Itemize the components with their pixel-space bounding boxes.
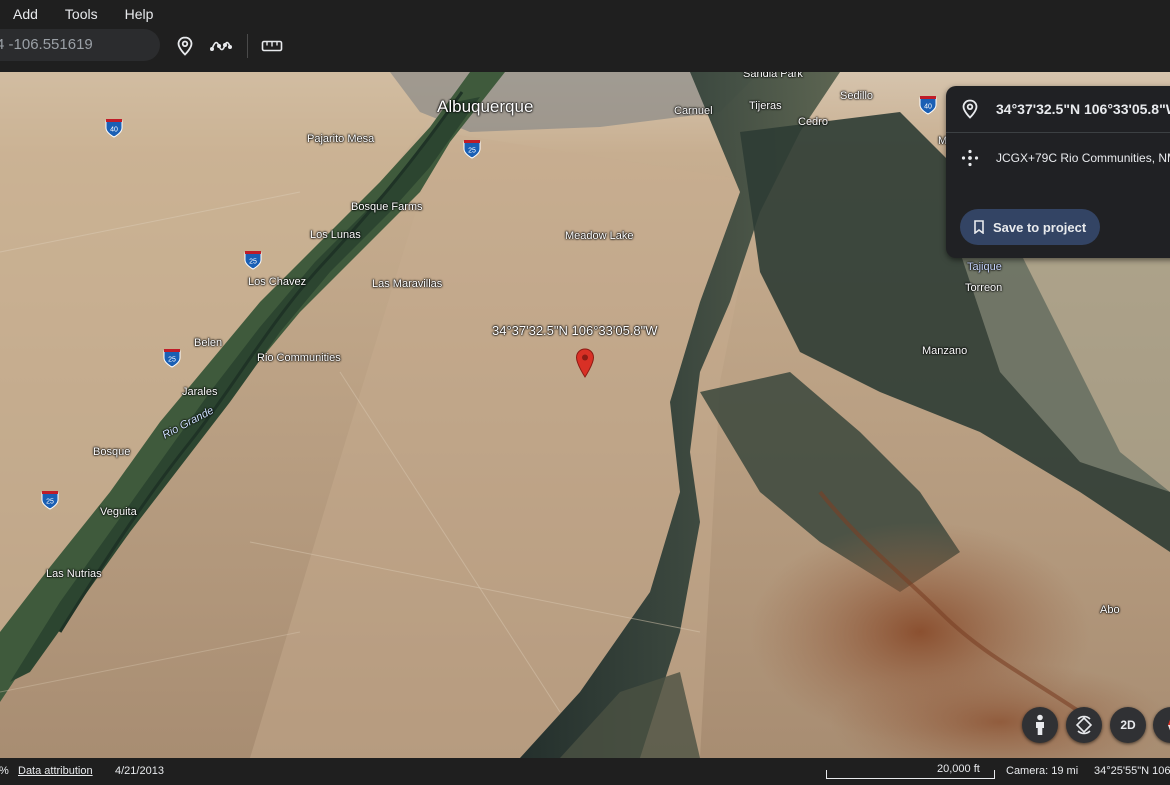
street-view-button[interactable] bbox=[1022, 707, 1058, 743]
map-label-los-chavez: Los Chavez bbox=[248, 276, 307, 288]
card-plus-code: JCGX+79C Rio Communities, NM bbox=[996, 151, 1170, 165]
top-bar: Add Tools Help bbox=[0, 0, 1170, 72]
shield-number: 25 bbox=[46, 499, 54, 506]
ruler-icon bbox=[261, 40, 283, 52]
loading-percent: % bbox=[0, 765, 9, 777]
path-icon bbox=[210, 41, 232, 51]
save-to-project-label: Save to project bbox=[993, 219, 1087, 235]
map-label-albuquerque: Albuquerque bbox=[437, 97, 534, 116]
placemark-pin-icon[interactable] bbox=[575, 348, 595, 378]
location-pin-icon bbox=[960, 99, 980, 119]
menu-bar: Add Tools Help bbox=[0, 0, 167, 28]
map-label-rio-communities: Rio Communities bbox=[257, 352, 341, 364]
data-attribution-link[interactable]: Data attribution bbox=[18, 765, 93, 777]
map-label-tijeras: Tijeras bbox=[749, 100, 782, 112]
card-divider bbox=[946, 132, 1170, 133]
map-label-jarales: Jarales bbox=[182, 386, 218, 398]
map-label-torreon: Torreon bbox=[965, 282, 1003, 294]
map-label-sedillo: Sedillo bbox=[840, 90, 874, 102]
status-bar: % Data attribution 4/21/2013 20,000 ft C… bbox=[0, 758, 1170, 785]
rotate-view-icon bbox=[1075, 715, 1093, 735]
menu-add[interactable]: Add bbox=[13, 0, 38, 28]
plus-code-row[interactable]: JCGX+79C Rio Communities, NM bbox=[946, 148, 1170, 168]
camera-altitude: Camera: 19 mi bbox=[1006, 765, 1079, 777]
shield-number: 25 bbox=[468, 148, 476, 155]
interstate-25-shield-icon: 25 bbox=[41, 491, 59, 510]
map-label-los-lunas: Los Lunas bbox=[310, 229, 361, 241]
menu-tools[interactable]: Tools bbox=[65, 0, 98, 28]
toolbar-divider bbox=[247, 34, 248, 58]
plus-code-icon bbox=[960, 148, 980, 168]
shield-number: 25 bbox=[249, 259, 257, 266]
reset-tilt-button[interactable] bbox=[1066, 707, 1102, 743]
map-label-veguita: Veguita bbox=[100, 506, 137, 518]
scale-label: 20,000 ft bbox=[937, 763, 980, 775]
pegman-icon bbox=[1036, 714, 1044, 735]
compass-icon bbox=[1168, 719, 1170, 731]
map-label-manzano: Manzano bbox=[922, 345, 968, 357]
map-label-tajique: Tajique bbox=[967, 261, 1002, 273]
measure-button[interactable] bbox=[259, 33, 285, 59]
menu-help[interactable]: Help bbox=[125, 0, 154, 28]
imagery-date: 4/21/2013 bbox=[115, 765, 164, 777]
interstate-25-shield-icon: 25 bbox=[163, 349, 181, 368]
interstate-25-shield-icon: 25 bbox=[463, 140, 481, 159]
map-label-las-nutrias: Las Nutrias bbox=[46, 568, 102, 580]
map-label-bosque-farms: Bosque Farms bbox=[351, 201, 423, 213]
shield-number: 40 bbox=[924, 104, 932, 111]
interstate-40-shield-icon: 40 bbox=[919, 96, 937, 115]
search-input[interactable] bbox=[0, 36, 156, 53]
add-placemark-button[interactable] bbox=[172, 33, 198, 59]
save-to-project-button[interactable]: Save to project bbox=[960, 209, 1100, 245]
view-2d-label: 2D bbox=[1120, 718, 1136, 732]
card-coordinates: 34°37'32.5"N 106°33'05.8"W bbox=[996, 101, 1170, 117]
interstate-40-shield-icon: 40 bbox=[105, 119, 123, 138]
map-label-belen: Belen bbox=[194, 337, 223, 349]
map-label-bosque: Bosque bbox=[93, 446, 131, 458]
toggle-2d-button[interactable]: 2D bbox=[1110, 707, 1146, 743]
map-label-sandia-park: Sandia Park bbox=[743, 72, 803, 80]
location-info-card: 34°37'32.5"N 106°33'05.8"W JCGX+79C Rio … bbox=[946, 86, 1170, 258]
bookmark-icon bbox=[973, 220, 985, 234]
map-label-carnuel: Carnuel bbox=[674, 105, 713, 117]
map-label-meadow-lake: Meadow Lake bbox=[565, 230, 634, 242]
coordinates-row[interactable]: 34°37'32.5"N 106°33'05.8"W bbox=[946, 99, 1170, 119]
shield-number: 40 bbox=[110, 127, 118, 134]
map-label-las-maravillas: Las Maravillas bbox=[372, 278, 443, 290]
interstate-25-shield-icon: 25 bbox=[244, 251, 262, 270]
add-path-button[interactable] bbox=[208, 33, 234, 59]
map-label-cedro: Cedro bbox=[798, 116, 828, 128]
map-label-abo: Abo bbox=[1100, 604, 1120, 616]
placemark-label: 34°37'32.5"N 106°33'05.8"W bbox=[492, 323, 658, 338]
map-label-pajarito-mesa: Pajarito Mesa bbox=[307, 133, 375, 145]
place-pin-icon bbox=[177, 36, 193, 56]
shield-number: 25 bbox=[168, 357, 176, 364]
cursor-coordinates: 34°25'55"N 106° bbox=[1094, 765, 1170, 777]
search-box[interactable] bbox=[0, 29, 160, 61]
